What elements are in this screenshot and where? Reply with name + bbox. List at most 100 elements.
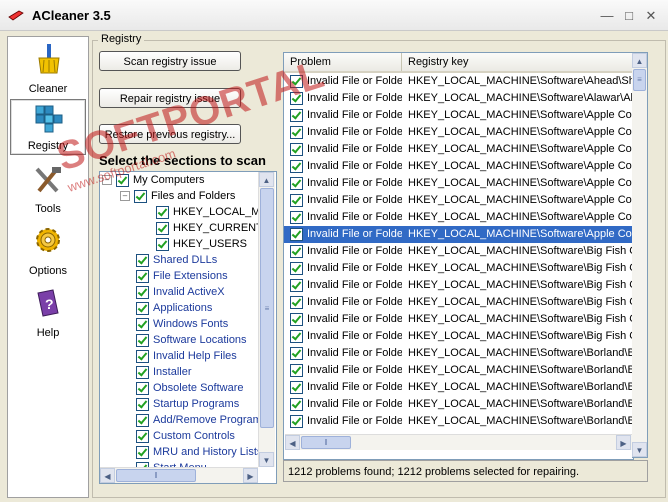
collapse-icon[interactable]: – <box>102 175 112 186</box>
tree-item-my-computers[interactable]: – My Computers <box>102 172 205 188</box>
table-row[interactable]: Invalid File or Folder HKEY_LOCAL_MACHINE… <box>284 243 633 260</box>
list-horizontal-scrollbar[interactable]: ◀ ‖ ▶ <box>285 434 632 450</box>
scroll-down-icon[interactable]: ▼ <box>259 452 274 467</box>
tree-horizontal-scrollbar[interactable]: ◀ ‖ ▶ <box>100 467 258 483</box>
scroll-thumb[interactable]: ‖ <box>301 436 351 449</box>
table-row[interactable]: Invalid File or Folder HKEY_LOCAL_MACHINE… <box>284 379 633 396</box>
tree-item-add-remove-program[interactable]: Add/Remove Program <box>136 412 262 428</box>
row-checkbox[interactable] <box>290 159 303 173</box>
checkbox[interactable] <box>136 301 149 315</box>
row-checkbox[interactable] <box>290 125 303 139</box>
tree-item-hkcu[interactable]: HKEY_CURRENT <box>156 220 263 236</box>
sidebar-item-options[interactable]: Options <box>8 223 88 279</box>
table-row[interactable]: Invalid File or Folder HKEY_LOCAL_MACHINE… <box>284 294 633 311</box>
tree-item-windows-fonts[interactable]: Windows Fonts <box>136 316 228 332</box>
tree-item-obsolete-software[interactable]: Obsolete Software <box>136 380 244 396</box>
tree-item-hklm[interactable]: HKEY_LOCAL_MA <box>156 204 268 220</box>
maximize-icon[interactable]: □ <box>620 8 638 24</box>
scroll-up-icon[interactable]: ▲ <box>259 172 274 187</box>
scroll-thumb[interactable]: ≡ <box>633 69 646 91</box>
checkbox[interactable] <box>136 445 149 459</box>
tree-item-startup-programs[interactable]: Startup Programs <box>136 396 239 412</box>
checkbox[interactable] <box>136 381 149 395</box>
row-checkbox[interactable] <box>290 414 303 428</box>
table-row[interactable]: Invalid File or Folder HKEY_LOCAL_MACHINE… <box>284 311 633 328</box>
restore-registry-button[interactable]: Restore previous registry... <box>99 124 241 144</box>
repair-registry-button[interactable]: Repair registry issue <box>99 88 241 108</box>
scan-registry-button[interactable]: Scan registry issue <box>99 51 241 71</box>
row-checkbox[interactable] <box>290 227 303 241</box>
checkbox[interactable] <box>134 189 147 203</box>
table-row[interactable]: Invalid File or Folder HKEY_LOCAL_MACHINE… <box>284 362 633 379</box>
checkbox[interactable] <box>156 237 169 251</box>
table-row[interactable]: Invalid File or Folder HKEY_LOCAL_MACHINE… <box>284 107 633 124</box>
checkbox[interactable] <box>136 397 149 411</box>
minimize-icon[interactable]: — <box>598 8 616 24</box>
checkbox[interactable] <box>136 253 149 267</box>
tree-item-applications[interactable]: Applications <box>136 300 212 316</box>
checkbox[interactable] <box>136 429 149 443</box>
tree-item-shared-dlls[interactable]: Shared DLLs <box>136 252 217 268</box>
scroll-left-icon[interactable]: ◀ <box>285 435 300 450</box>
checkbox[interactable] <box>136 413 149 427</box>
tree-item-file-extensions[interactable]: File Extensions <box>136 268 228 284</box>
collapse-icon[interactable]: – <box>120 191 130 202</box>
column-header-registry-key[interactable]: Registry key <box>402 53 633 71</box>
row-checkbox[interactable] <box>290 244 303 258</box>
table-row[interactable]: Invalid File or Folder HKEY_LOCAL_MACHINE… <box>284 73 633 90</box>
checkbox[interactable] <box>136 317 149 331</box>
row-checkbox[interactable] <box>290 142 303 156</box>
scroll-right-icon[interactable]: ▶ <box>616 435 631 450</box>
checkbox[interactable] <box>136 365 149 379</box>
scroll-thumb[interactable]: ‖ <box>116 469 196 482</box>
table-row[interactable]: Invalid File or Folder HKEY_LOCAL_MACHINE… <box>284 328 633 345</box>
row-checkbox[interactable] <box>290 346 303 360</box>
tree-item-mru-history[interactable]: MRU and History Lists <box>136 444 262 460</box>
scroll-right-icon[interactable]: ▶ <box>243 468 258 483</box>
scroll-left-icon[interactable]: ◀ <box>100 468 115 483</box>
row-checkbox[interactable] <box>290 91 303 105</box>
sidebar-item-cleaner[interactable]: Cleaner <box>8 41 88 97</box>
sidebar-item-tools[interactable]: Tools <box>8 161 88 217</box>
row-checkbox[interactable] <box>290 74 303 88</box>
table-row[interactable]: Invalid File or Folder HKEY_LOCAL_MACHINE… <box>284 192 633 209</box>
tree-item-invalid-activex[interactable]: Invalid ActiveX <box>136 284 225 300</box>
table-row[interactable]: Invalid File or Folder HKEY_LOCAL_MACHINE… <box>284 226 633 243</box>
table-row[interactable]: Invalid File or Folder HKEY_LOCAL_MACHINE… <box>284 141 633 158</box>
tree-item-software-locations[interactable]: Software Locations <box>136 332 247 348</box>
table-row[interactable]: Invalid File or Folder HKEY_LOCAL_MACHINE… <box>284 90 633 107</box>
tree-item-hku[interactable]: HKEY_USERS <box>156 236 247 252</box>
table-row[interactable]: Invalid File or Folder HKEY_LOCAL_MACHINE… <box>284 396 633 413</box>
table-row[interactable]: Invalid File or Folder HKEY_LOCAL_MACHINE… <box>284 175 633 192</box>
tree-item-custom-controls[interactable]: Custom Controls <box>136 428 235 444</box>
table-row[interactable]: Invalid File or Folder HKEY_LOCAL_MACHINE… <box>284 158 633 175</box>
checkbox[interactable] <box>136 349 149 363</box>
sidebar-item-help[interactable]: ? Help <box>8 285 88 341</box>
checkbox[interactable] <box>156 221 169 235</box>
row-checkbox[interactable] <box>290 108 303 122</box>
close-icon[interactable]: ✕ <box>642 8 660 24</box>
sidebar-item-registry[interactable]: Registry <box>10 99 86 155</box>
row-checkbox[interactable] <box>290 193 303 207</box>
table-row[interactable]: Invalid File or Folder HKEY_LOCAL_MACHINE… <box>284 277 633 294</box>
table-row[interactable]: Invalid File or Folder HKEY_LOCAL_MACHINE… <box>284 260 633 277</box>
table-row[interactable]: Invalid File or Folder HKEY_LOCAL_MACHINE… <box>284 124 633 141</box>
column-header-problem[interactable]: Problem <box>284 53 402 71</box>
row-checkbox[interactable] <box>290 210 303 224</box>
row-checkbox[interactable] <box>290 312 303 326</box>
row-checkbox[interactable] <box>290 380 303 394</box>
scroll-down-icon[interactable]: ▼ <box>632 442 647 457</box>
row-checkbox[interactable] <box>290 261 303 275</box>
table-row[interactable]: Invalid File or Folder HKEY_LOCAL_MACHINE… <box>284 209 633 226</box>
scroll-thumb[interactable]: ≡ <box>260 188 274 428</box>
tree-vertical-scrollbar[interactable]: ▲ ≡ ▼ <box>258 172 275 467</box>
checkbox[interactable] <box>156 205 169 219</box>
row-checkbox[interactable] <box>290 397 303 411</box>
scroll-up-icon[interactable]: ▲ <box>632 53 647 68</box>
checkbox[interactable] <box>116 173 129 187</box>
tree-item-invalid-help-files[interactable]: Invalid Help Files <box>136 348 237 364</box>
row-checkbox[interactable] <box>290 278 303 292</box>
row-checkbox[interactable] <box>290 295 303 309</box>
row-checkbox[interactable] <box>290 363 303 377</box>
checkbox[interactable] <box>136 285 149 299</box>
